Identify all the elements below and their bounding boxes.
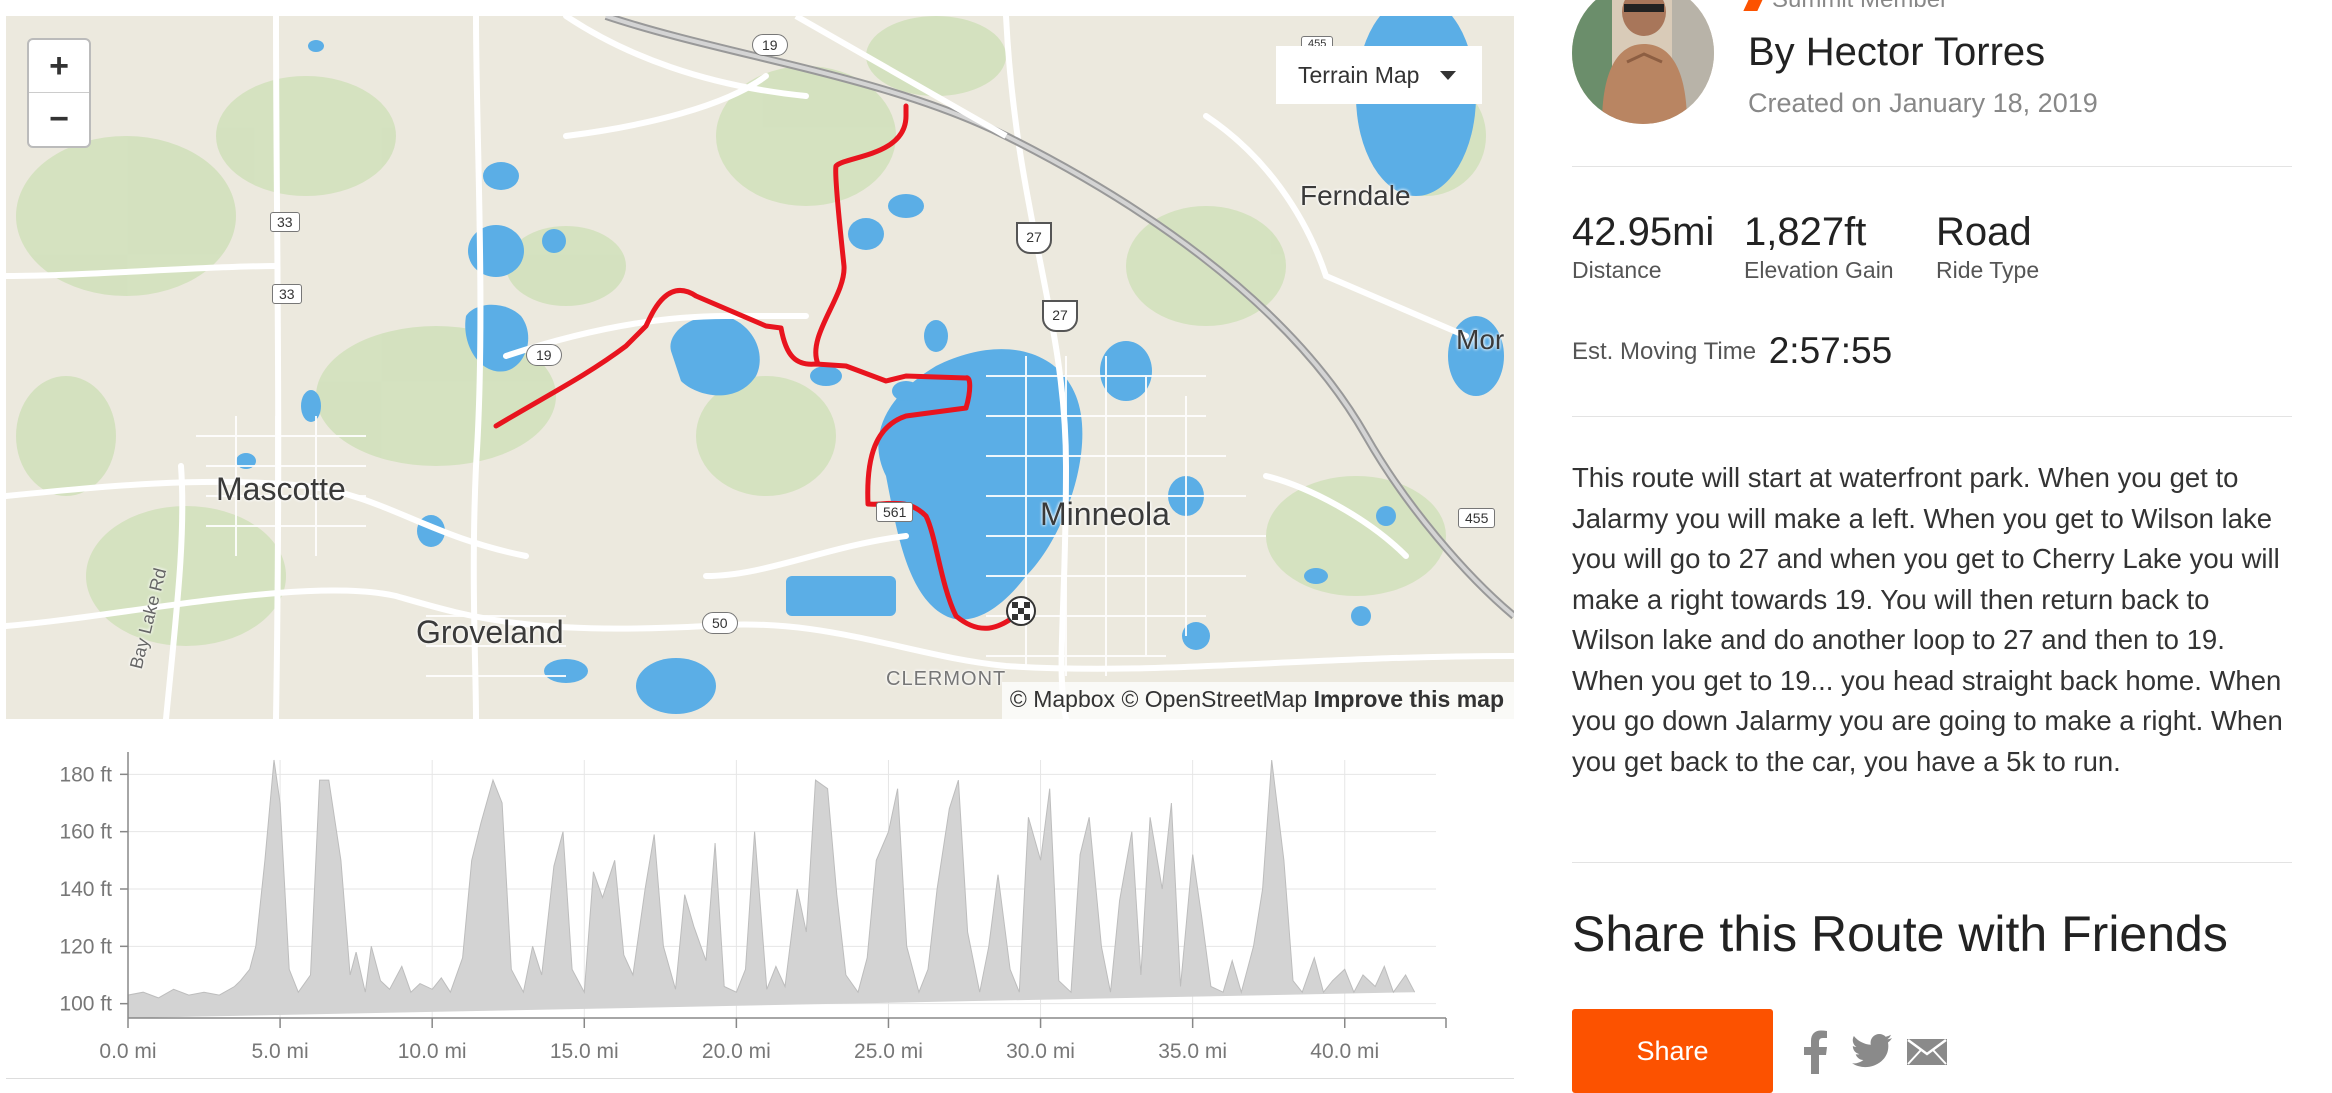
map-style-label: Terrain Map [1298, 62, 1420, 88]
divider [6, 1078, 1514, 1079]
x-tick-label: 30.0 mi [1006, 1040, 1075, 1063]
chevron-down-icon [1440, 71, 1456, 80]
place-ferndale: Ferndale [1300, 180, 1411, 211]
stat-label: Distance [1572, 257, 1662, 283]
place-groveland: Groveland [416, 614, 564, 650]
place-minneola: Minneola [1040, 496, 1170, 532]
mapbox-attribution-link[interactable]: © Mapbox [1010, 686, 1115, 712]
twitter-icon[interactable] [1852, 1034, 1892, 1068]
route-shield-33-north: 33 [270, 212, 300, 232]
x-tick-label: 0.0 mi [99, 1040, 156, 1063]
divider [1572, 862, 2292, 863]
zoom-out-button[interactable]: − [29, 92, 89, 145]
share-button[interactable]: Share [1572, 1009, 1773, 1093]
y-tick-label: 180 ft [59, 763, 112, 786]
stat-value: Road [1936, 210, 2032, 254]
stat-ride-type: Road Ride Type [1936, 210, 2039, 284]
osm-attribution-link[interactable]: © OpenStreetMap [1121, 686, 1307, 712]
moving-time-label: Est. Moving Time [1572, 338, 1757, 365]
summit-icon [1743, 0, 1767, 11]
divider [1572, 166, 2292, 167]
x-tick-label: 15.0 mi [550, 1040, 619, 1063]
stat-distance: 42.95mi Distance [1572, 210, 1714, 284]
elevation-chart[interactable]: 180 ft 160 ft 140 ft 120 ft 100 ft 0.0 mi 5.0… [6, 740, 1514, 1080]
y-tick-label: 160 ft [59, 821, 112, 844]
facebook-icon[interactable] [1802, 1030, 1828, 1074]
x-tick-label: 10.0 mi [398, 1040, 467, 1063]
zoom-control: + − [27, 38, 91, 148]
route-shield-19: 19 [526, 344, 562, 366]
route-shield-19-north: 19 [752, 34, 788, 56]
stat-label: Ride Type [1936, 257, 2040, 283]
route-shield-50: 50 [702, 612, 738, 634]
route-description: This route will start at waterfront park… [1572, 462, 2283, 777]
place-mor: Mor [1456, 324, 1505, 355]
stat-value: 1,827ft [1744, 210, 1867, 254]
map-attribution: © Mapbox © OpenStreetMap Improve this ma… [1001, 682, 1514, 719]
avatar-image [1572, 0, 1714, 124]
x-tick-label: 40.0 mi [1310, 1040, 1379, 1063]
x-axis-ticks: 0.0 mi 5.0 mi 10.0 mi 15.0 mi 20.0 mi 25.0 mi… [99, 1018, 1379, 1063]
zoom-in-button[interactable]: + [29, 40, 89, 92]
x-tick-label: 35.0 mi [1158, 1040, 1227, 1063]
y-axis-ticks: 180 ft 160 ft 140 ft 120 ft 100 ft [59, 763, 128, 1016]
summit-member-badge: Summit Member [1743, 0, 1948, 14]
moving-time: Est. Moving Time 2:57:55 [1572, 330, 1892, 372]
us-shield-27: 27 [1042, 300, 1078, 332]
route-shield-33: 33 [272, 284, 302, 304]
summit-label: Summit Member [1772, 0, 1948, 13]
x-tick-label: 5.0 mi [251, 1040, 308, 1063]
place-clermont: CLERMONT [886, 668, 1007, 690]
map-style-dropdown[interactable]: Terrain Map [1276, 46, 1482, 104]
place-mascotte: Mascotte [216, 471, 346, 507]
divider [1572, 416, 2292, 417]
avatar[interactable] [1572, 0, 1714, 124]
email-icon[interactable] [1906, 1038, 1948, 1066]
map-base [6, 16, 1514, 719]
us-shield-27-north: 27 [1016, 222, 1052, 254]
share-heading: Share this Route with Friends [1572, 906, 2228, 962]
y-tick-label: 120 ft [59, 935, 112, 958]
moving-time-value: 2:57:55 [1768, 330, 1893, 371]
stat-label: Elevation Gain [1744, 257, 1894, 283]
route-shield-455: 455 [1458, 508, 1496, 528]
route-map[interactable]: Mascotte Groveland Minneola Ferndale Mor… [6, 16, 1514, 719]
finish-flag-icon [1006, 596, 1036, 626]
created-date: Created on January 18, 2019 [1748, 88, 2098, 118]
x-tick-label: 25.0 mi [854, 1040, 923, 1063]
author-name[interactable]: By Hector Torres [1748, 30, 2045, 75]
route-shield-561: 561 [876, 502, 914, 522]
stat-elevation-gain: 1,827ft Elevation Gain [1744, 210, 1894, 284]
y-tick-label: 100 ft [59, 993, 112, 1016]
y-tick-label: 140 ft [59, 878, 112, 901]
x-tick-label: 20.0 mi [702, 1040, 771, 1063]
improve-map-link[interactable]: Improve this map [1314, 686, 1504, 712]
stat-value: 42.95mi [1572, 210, 1715, 254]
